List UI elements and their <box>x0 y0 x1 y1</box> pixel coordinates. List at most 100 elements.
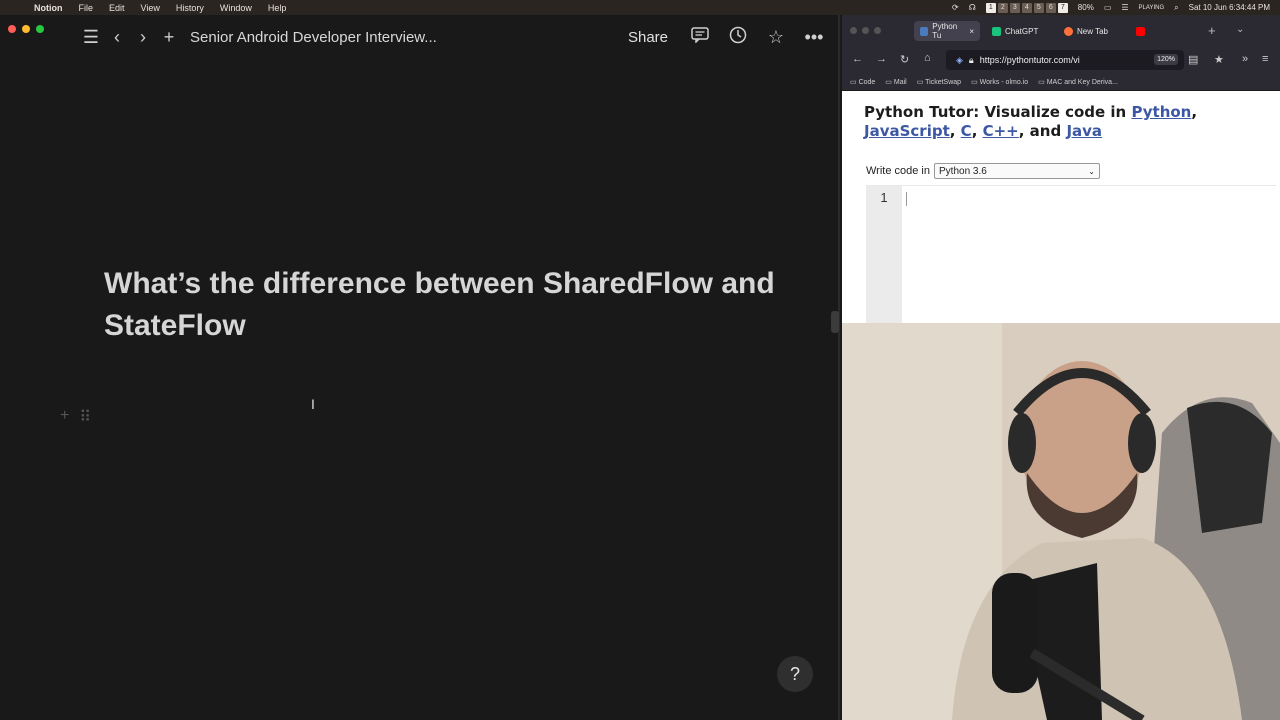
close-tab-icon[interactable]: × <box>969 27 974 36</box>
zoom-level[interactable]: 120% <box>1154 54 1178 65</box>
bookmark-label: Works - olmo.io <box>979 78 1029 86</box>
space-1[interactable]: 1 <box>985 2 996 13</box>
search-icon[interactable]: ⌕ <box>1174 3 1178 13</box>
bookmarks-bar: ▭ Code ▭ Mail ▭ TicketSwap ▭ Works - olm… <box>842 73 1280 91</box>
overflow-chevron-icon[interactable]: » <box>1242 53 1248 65</box>
bookmark-mac[interactable]: ▭ MAC and Key Deriva... <box>1038 78 1118 86</box>
notion-window: ☰ ‹ › + Senior Android Developer Intervi… <box>0 15 840 720</box>
sync-icon[interactable]: ⟳ <box>952 3 959 12</box>
webcam-video <box>842 323 1280 720</box>
space-4[interactable]: 4 <box>1021 2 1032 13</box>
drag-handle-icon[interactable]: ⠿ <box>79 407 91 427</box>
more-options-icon[interactable]: ••• <box>802 27 826 48</box>
browser-window: Python Tu × ChatGPT New Tab + ⌄ ← → ↻ ⌂ … <box>842 15 1280 324</box>
add-block-plus-icon[interactable]: + <box>60 407 69 427</box>
firefox-favicon-icon <box>1064 26 1073 36</box>
write-code-label: Write code in <box>866 165 930 177</box>
python-link[interactable]: Python <box>1131 103 1191 121</box>
tab-new-tab[interactable]: New Tab <box>1058 21 1114 41</box>
editor-caret <box>906 192 907 206</box>
space-7[interactable]: 7 <box>1057 2 1068 13</box>
back-arrow-icon[interactable]: ← <box>852 53 863 65</box>
sidebar-menu-icon[interactable]: ☰ <box>78 27 104 48</box>
nav-bar: ← → ↻ ⌂ ◈ 🔒︎ https://pythontutor.com/vi … <box>842 47 1280 73</box>
battery-percent[interactable]: 80% <box>1078 3 1094 12</box>
bookmark-ticketswap[interactable]: ▭ TicketSwap <box>917 78 961 86</box>
forward-arrow-icon[interactable]: → <box>876 53 887 65</box>
app-menu-icon[interactable]: ≡ <box>1262 53 1268 65</box>
browser-close-button[interactable] <box>850 27 857 34</box>
browser-window-controls <box>850 27 881 34</box>
address-bar[interactable]: ◈ 🔒︎ https://pythontutor.com/vi 120% <box>946 50 1184 70</box>
window-controls <box>8 25 44 33</box>
menu-help[interactable]: Help <box>268 3 287 13</box>
java-link[interactable]: Java <box>1066 122 1102 140</box>
zoom-window-button[interactable] <box>36 25 44 33</box>
share-button[interactable]: Share <box>628 29 668 46</box>
tab-youtube[interactable] <box>1130 21 1151 41</box>
url-text[interactable]: https://pythontutor.com/vi <box>980 55 1080 65</box>
c-link[interactable]: C <box>961 122 972 140</box>
reader-view-icon[interactable]: ▤ <box>1188 53 1198 66</box>
new-page-plus-icon[interactable]: + <box>156 27 182 48</box>
tab-python-tutor[interactable]: Python Tu × <box>914 21 980 41</box>
minimize-window-button[interactable] <box>22 25 30 33</box>
menu-app-name[interactable]: Notion <box>34 3 63 13</box>
bookmark-works[interactable]: ▭ Works - olmo.io <box>971 78 1028 86</box>
line-number: 1 <box>866 186 902 324</box>
back-icon[interactable]: ‹ <box>104 27 130 48</box>
page-title[interactable]: What’s the difference between SharedFlow… <box>104 263 784 347</box>
menu-window[interactable]: Window <box>220 3 252 13</box>
close-window-button[interactable] <box>8 25 16 33</box>
bookmark-code[interactable]: ▭ Code <box>850 78 875 86</box>
spaces-indicator[interactable]: 1 2 3 4 5 6 7 <box>985 2 1068 13</box>
heading-and-text: , and <box>1018 122 1067 140</box>
comments-icon[interactable] <box>688 26 712 48</box>
menubar-status-area: ⟳ ☊ 1 2 3 4 5 6 7 80% ▭ ☰ PLAYING ⌕ Sat … <box>952 0 1270 15</box>
bookmark-label: MAC and Key Deriva... <box>1046 78 1118 86</box>
language-picker-row: Write code in Python 3.6 ⌄ <box>866 163 1100 179</box>
menu-view[interactable]: View <box>141 3 160 13</box>
bookmark-mail[interactable]: ▭ Mail <box>885 78 906 86</box>
lock-icon[interactable]: 🔒︎ <box>969 55 974 66</box>
favorite-star-icon[interactable]: ☆ <box>764 27 788 48</box>
browser-minimize-button[interactable] <box>862 27 869 34</box>
control-center-icon[interactable]: ☰ <box>1121 3 1128 12</box>
menu-edit[interactable]: Edit <box>109 3 125 13</box>
javascript-link[interactable]: JavaScript <box>864 122 950 140</box>
page-content: Python Tutor: Visualize code in Python , … <box>842 91 1280 324</box>
clock[interactable]: Sat 10 Jun 6:34:44 PM <box>1189 3 1270 12</box>
bookmark-star-icon[interactable]: ★ <box>1214 53 1224 66</box>
space-6[interactable]: 6 <box>1045 2 1056 13</box>
code-editor[interactable]: 1 <box>866 185 1276 324</box>
language-select[interactable]: Python 3.6 ⌄ <box>934 163 1100 179</box>
shield-icon[interactable]: ◈ <box>956 55 963 66</box>
browser-zoom-button[interactable] <box>874 27 881 34</box>
bookmark-label: Mail <box>893 78 907 86</box>
scrollbar-thumb[interactable] <box>831 311 839 333</box>
headphones-icon[interactable]: ☊ <box>969 3 976 12</box>
cpp-link[interactable]: C++ <box>983 122 1019 140</box>
battery-icon[interactable]: ▭ <box>1104 3 1112 12</box>
help-button[interactable]: ? <box>777 656 813 692</box>
youtube-favicon-icon <box>1136 26 1145 36</box>
selected-language: Python 3.6 <box>939 165 987 177</box>
now-playing-status[interactable]: PLAYING <box>1139 5 1165 11</box>
reload-icon[interactable]: ↻ <box>900 53 909 66</box>
menu-history[interactable]: History <box>176 3 204 13</box>
breadcrumb[interactable]: Senior Android Developer Interview... <box>190 29 437 46</box>
python-favicon-icon <box>920 26 929 36</box>
tab-chatgpt[interactable]: ChatGPT <box>986 21 1044 41</box>
space-5[interactable]: 5 <box>1033 2 1044 13</box>
home-icon[interactable]: ⌂ <box>924 52 931 64</box>
forward-icon[interactable]: › <box>130 27 156 48</box>
space-2[interactable]: 2 <box>997 2 1008 13</box>
history-clock-icon[interactable] <box>726 26 750 49</box>
block-controls: + ⠿ <box>60 407 91 427</box>
space-3[interactable]: 3 <box>1009 2 1020 13</box>
bookmark-label: TicketSwap <box>925 78 962 86</box>
menu-file[interactable]: File <box>79 3 94 13</box>
tab-list-chevron-icon[interactable]: ⌄ <box>1236 24 1244 35</box>
chevron-down-icon: ⌄ <box>1088 166 1095 176</box>
new-tab-plus-icon[interactable]: + <box>1208 23 1216 38</box>
